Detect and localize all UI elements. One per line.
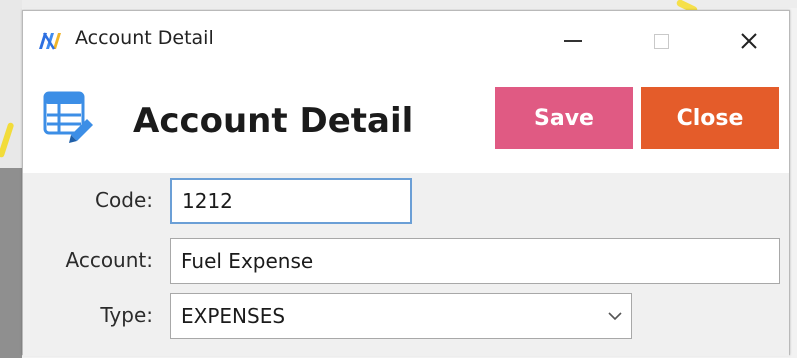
account-label: Account:: [65, 248, 154, 272]
account-field[interactable]: Fuel Expense: [170, 238, 780, 284]
type-select-value: EXPENSES: [181, 304, 286, 328]
app-logo-icon: [39, 32, 61, 50]
code-label: Code:: [95, 188, 153, 212]
minimize-icon: [564, 40, 582, 42]
maximize-icon: [653, 33, 669, 49]
background-left-strip: [0, 0, 22, 358]
minimize-button[interactable]: [547, 21, 599, 61]
background-mark: [0, 121, 15, 159]
code-row: Code: 1212: [23, 175, 789, 227]
code-field[interactable]: 1212: [170, 178, 412, 224]
page-title: Account Detail: [133, 101, 414, 141]
type-select[interactable]: EXPENSES: [170, 293, 632, 339]
close-icon: [741, 33, 757, 49]
close-button[interactable]: Close: [641, 87, 779, 149]
window-close-button[interactable]: [723, 21, 775, 61]
chevron-down-icon[interactable]: [605, 306, 625, 326]
table-edit-icon: [43, 91, 93, 143]
account-row: Account: Fuel Expense: [23, 235, 789, 287]
account-form: Code: 1212 Account: Fuel Expense Type: E…: [23, 173, 789, 356]
screen: Account Detail Account Detail Save Close…: [0, 0, 797, 358]
window-title: Account Detail: [75, 27, 214, 49]
type-label: Type:: [100, 303, 153, 327]
save-button[interactable]: Save: [495, 87, 633, 149]
maximize-button[interactable]: [635, 21, 687, 61]
header-panel: Account Detail Save Close: [23, 73, 789, 173]
title-bar: Account Detail: [23, 11, 789, 73]
background-panel: [0, 168, 22, 358]
account-detail-window: Account Detail Account Detail Save Close…: [22, 10, 790, 356]
type-row: Type: EXPENSES: [23, 290, 789, 342]
